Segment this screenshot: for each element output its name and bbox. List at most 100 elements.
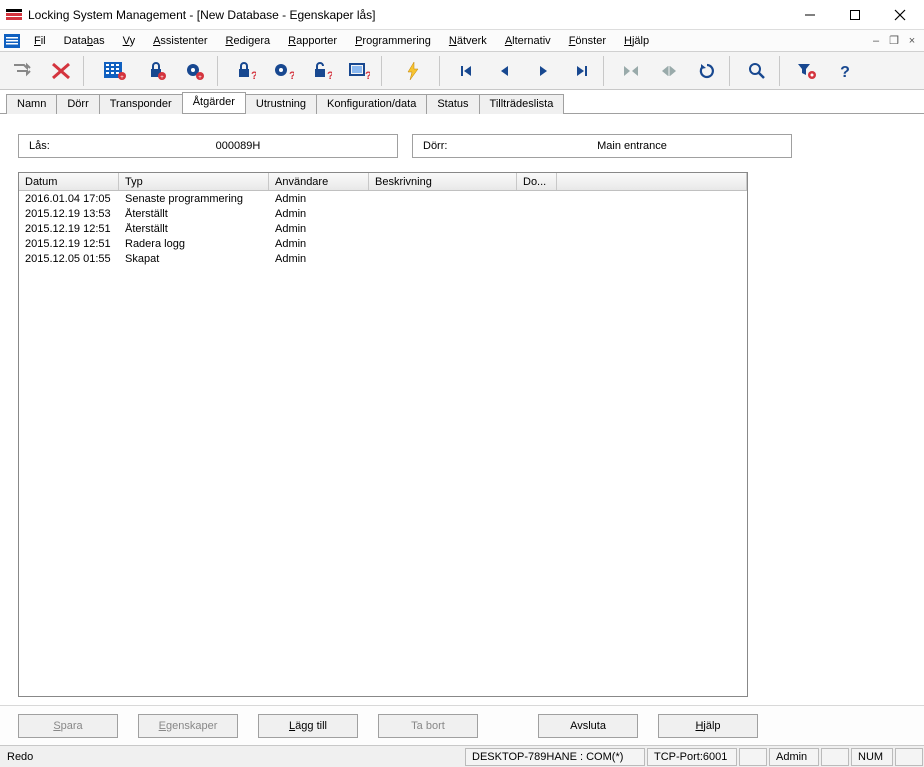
avsluta-button[interactable]: Avsluta bbox=[538, 714, 638, 738]
th-rest bbox=[557, 173, 747, 190]
actions-table[interactable]: Datum Typ Användare Beskrivning Do... 20… bbox=[18, 172, 748, 697]
egenskaper-button[interactable]: Egenskaper bbox=[138, 714, 238, 738]
table-header: Datum Typ Användare Beskrivning Do... bbox=[19, 173, 747, 191]
toolbar-last-icon[interactable] bbox=[563, 56, 599, 86]
cell-anvandare: Admin bbox=[269, 253, 369, 265]
svg-text:+: + bbox=[198, 75, 202, 81]
toolbar-lock-add-icon[interactable]: + bbox=[139, 56, 175, 86]
cell-datum: 2016.01.04 17:05 bbox=[19, 193, 119, 205]
toolbar-first-icon[interactable] bbox=[449, 56, 485, 86]
cell-typ: Senaste programmering bbox=[119, 193, 269, 205]
toolbar-flash-icon[interactable] bbox=[391, 56, 435, 86]
lagg-till-button[interactable]: Lägg till bbox=[258, 714, 358, 738]
toolbar-collapse-icon[interactable] bbox=[613, 56, 649, 86]
lock-label: Lås: bbox=[29, 140, 89, 152]
lock-info-box: Lås: 000089H bbox=[18, 134, 398, 158]
cell-anvandare: Admin bbox=[269, 208, 369, 220]
svg-text:+: + bbox=[120, 75, 124, 81]
tab-namn[interactable]: Namn bbox=[6, 94, 57, 114]
toolbar-logon-icon[interactable] bbox=[5, 56, 41, 86]
status-admin: Admin bbox=[769, 748, 819, 766]
menubar: Fil Databas Vy Assistenter Redigera Rapp… bbox=[0, 30, 924, 52]
window-title: Locking System Management - [New Databas… bbox=[28, 8, 787, 22]
maximize-button[interactable] bbox=[832, 1, 877, 29]
toolbar-filter-gear-icon[interactable] bbox=[789, 56, 825, 86]
th-do[interactable]: Do... bbox=[517, 173, 557, 190]
tab-dorr[interactable]: Dörr bbox=[56, 94, 99, 114]
menu-fil[interactable]: Fil bbox=[26, 33, 54, 49]
tab-konfiguration[interactable]: Konfiguration/data bbox=[316, 94, 427, 114]
mdi-restore-button[interactable]: ❐ bbox=[886, 33, 902, 49]
tab-atgarder[interactable]: Åtgärder bbox=[182, 92, 246, 113]
cell-anvandare: Admin bbox=[269, 193, 369, 205]
status-gap2 bbox=[821, 748, 849, 766]
svg-text:+: + bbox=[160, 75, 164, 81]
mdi-close-button[interactable]: × bbox=[904, 33, 920, 49]
app-icon bbox=[6, 7, 22, 23]
lock-value: 000089H bbox=[89, 140, 387, 152]
menu-hjalp[interactable]: Hjälp bbox=[616, 33, 657, 49]
status-desktop: DESKTOP-789HANE : COM(*) bbox=[465, 748, 645, 766]
menu-fonster[interactable]: Fönster bbox=[561, 33, 614, 49]
toolbar-matrix-icon[interactable]: + bbox=[93, 56, 137, 86]
menu-rapporter[interactable]: Rapporter bbox=[280, 33, 345, 49]
th-beskrivning[interactable]: Beskrivning bbox=[369, 173, 517, 190]
minimize-button[interactable] bbox=[787, 1, 832, 29]
toolbar: + + + ? ? ? ? bbox=[0, 52, 924, 90]
toolbar-screen-help-icon[interactable]: ? bbox=[341, 56, 377, 86]
menu-assistenter[interactable]: Assistenter bbox=[145, 33, 215, 49]
toolbar-delete-icon[interactable] bbox=[43, 56, 79, 86]
table-body: 2016.01.04 17:05Senaste programmeringAdm… bbox=[19, 191, 747, 266]
door-info-box: Dörr: Main entrance bbox=[412, 134, 792, 158]
content-panel: Lås: 000089H Dörr: Main entrance Datum T… bbox=[0, 114, 924, 705]
th-typ[interactable]: Typ bbox=[119, 173, 269, 190]
hjalp-button[interactable]: Hjälp bbox=[658, 714, 758, 738]
table-row[interactable]: 2015.12.19 12:51Radera loggAdmin bbox=[19, 236, 747, 251]
table-row[interactable]: 2015.12.19 12:51ÅterställtAdmin bbox=[19, 221, 747, 236]
cell-datum: 2015.12.19 13:53 bbox=[19, 208, 119, 220]
spara-button[interactable]: Spara bbox=[18, 714, 118, 738]
toolbar-expand-icon[interactable] bbox=[651, 56, 687, 86]
toolbar-search-icon[interactable] bbox=[739, 56, 775, 86]
cell-datum: 2015.12.05 01:55 bbox=[19, 253, 119, 265]
tab-tilltradeslista[interactable]: Tillträdeslista bbox=[479, 94, 565, 114]
close-button[interactable] bbox=[877, 1, 922, 29]
cell-datum: 2015.12.19 12:51 bbox=[19, 223, 119, 235]
mdi-icon bbox=[4, 33, 20, 49]
svg-text:?: ? bbox=[327, 70, 332, 81]
tab-transponder[interactable]: Transponder bbox=[99, 94, 183, 114]
table-row[interactable]: 2015.12.05 01:55SkapatAdmin bbox=[19, 251, 747, 266]
toolbar-help-icon[interactable]: ? bbox=[827, 56, 863, 86]
status-gap1 bbox=[739, 748, 767, 766]
menu-vy[interactable]: Vy bbox=[115, 33, 143, 49]
toolbar-prev-icon[interactable] bbox=[487, 56, 523, 86]
status-redo: Redo bbox=[1, 748, 463, 766]
svg-text:?: ? bbox=[289, 70, 294, 81]
menu-databas[interactable]: Databas bbox=[56, 33, 113, 49]
tab-status[interactable]: Status bbox=[426, 94, 479, 114]
menu-programmering[interactable]: Programmering bbox=[347, 33, 439, 49]
table-row[interactable]: 2015.12.19 13:53ÅterställtAdmin bbox=[19, 206, 747, 221]
menu-redigera[interactable]: Redigera bbox=[217, 33, 278, 49]
ta-bort-button[interactable]: Ta bort bbox=[378, 714, 478, 738]
button-row: Spara Egenskaper Lägg till Ta bort Avslu… bbox=[0, 705, 924, 745]
toolbar-lock-open-help-icon[interactable]: ? bbox=[303, 56, 339, 86]
table-row[interactable]: 2016.01.04 17:05Senaste programmeringAdm… bbox=[19, 191, 747, 206]
th-anvandare[interactable]: Användare bbox=[269, 173, 369, 190]
toolbar-transponder-add-icon[interactable]: + bbox=[177, 56, 213, 86]
svg-text:?: ? bbox=[365, 70, 370, 81]
mdi-minimize-button[interactable]: – bbox=[868, 33, 884, 49]
cell-typ: Radera logg bbox=[119, 238, 269, 250]
toolbar-refresh-icon[interactable] bbox=[689, 56, 725, 86]
toolbar-lock-help-icon[interactable]: ? bbox=[227, 56, 263, 86]
cell-typ: Skapat bbox=[119, 253, 269, 265]
svg-text:?: ? bbox=[251, 70, 256, 81]
door-label: Dörr: bbox=[423, 140, 483, 152]
tab-utrustning[interactable]: Utrustning bbox=[245, 94, 317, 114]
menu-natverk[interactable]: Nätverk bbox=[441, 33, 495, 49]
menu-alternativ[interactable]: Alternativ bbox=[497, 33, 559, 49]
toolbar-next-icon[interactable] bbox=[525, 56, 561, 86]
toolbar-transponder-help-icon[interactable]: ? bbox=[265, 56, 301, 86]
status-num: NUM bbox=[851, 748, 893, 766]
th-datum[interactable]: Datum bbox=[19, 173, 119, 190]
